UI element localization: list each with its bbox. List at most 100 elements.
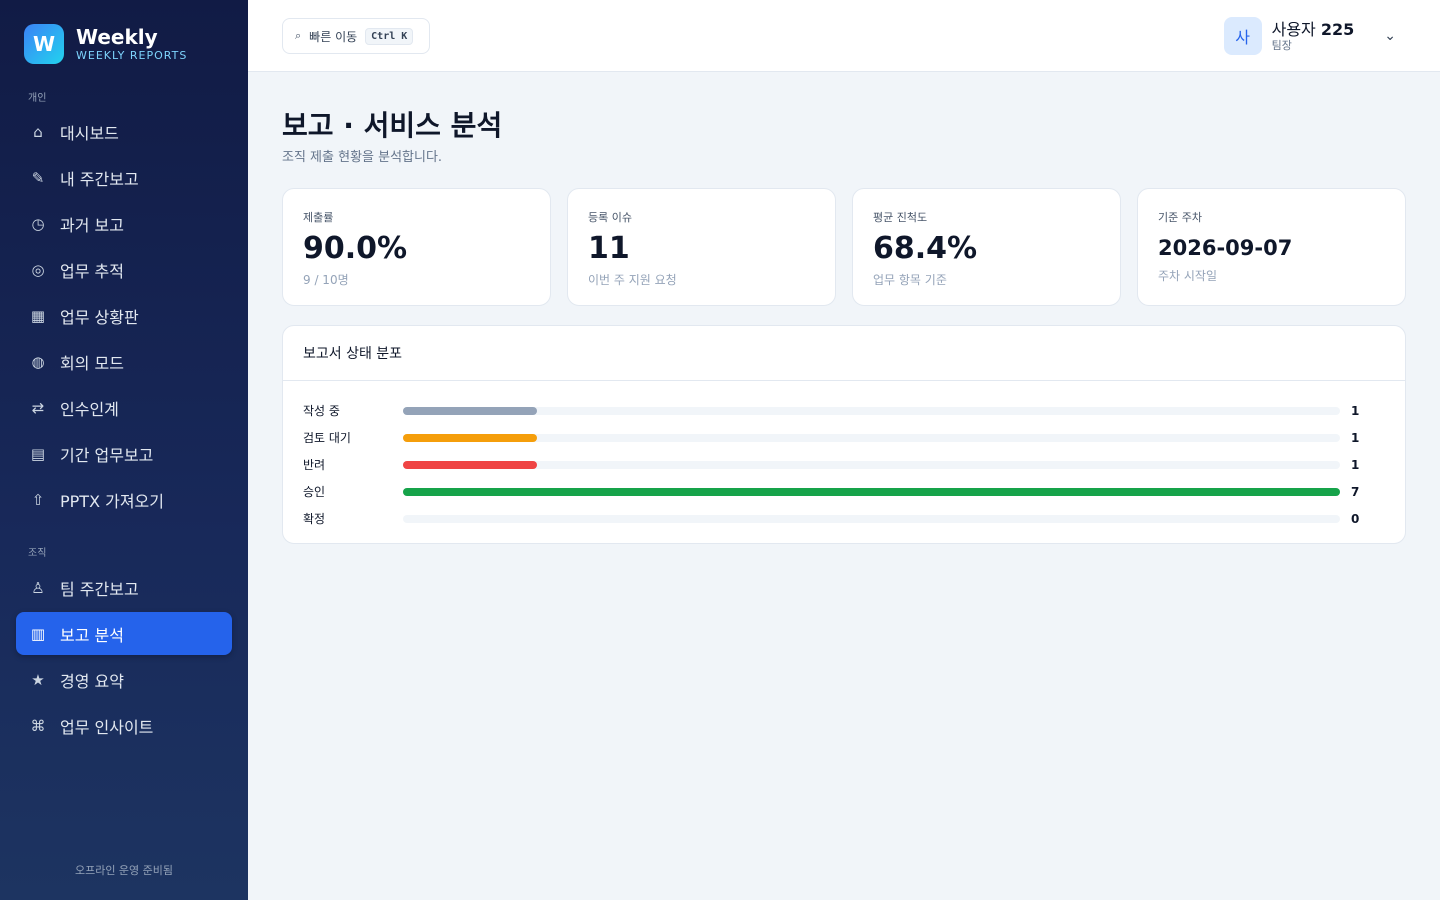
swap-icon: ⇄ [31, 398, 45, 417]
sidebar-item-label: 기간 업무보고 [60, 445, 154, 465]
shortcut-badge: Ctrl K [365, 27, 414, 45]
status-row: 반려 1 [303, 451, 1385, 478]
status-label: 작성 중 [303, 404, 340, 418]
home-icon: ⌂ [33, 122, 43, 141]
nav-org: ♙ 팀 주간보고 ▥ 보고 분석 ★ 경영 요약 ⌘ 업무 인사이트 [16, 566, 232, 750]
section-label-personal: 개인 [28, 93, 47, 104]
stat-value: 11 [588, 231, 630, 266]
sidebar-item-label: 인수인계 [60, 399, 119, 419]
avatar: 사 [1223, 17, 1262, 55]
stat-note: 9 / 10명 [303, 273, 349, 287]
sidebar-item-grid[interactable]: ▦ 업무 상황판 [16, 294, 232, 337]
status-distribution-panel: 보고서 상태 분포 작성 중 1 검토 대기 1 반려 1 승인 7 확정 0 [282, 325, 1406, 544]
user-name-number: 225 [1320, 20, 1355, 39]
sidebar-item-label: 업무 추적 [60, 261, 124, 281]
section-label-org: 조직 [28, 548, 47, 559]
status-bar-fill [403, 460, 537, 469]
stat-value: 68.4% [873, 231, 978, 266]
sidebar-item-home[interactable]: ⌂ 대시보드 [16, 110, 232, 153]
sidebar-item-label: 회의 모드 [60, 353, 124, 373]
stat-label: 등록 이슈 [588, 211, 632, 224]
status-row: 승인 7 [303, 478, 1385, 505]
sidebar-item-team[interactable]: ♙ 팀 주간보고 [16, 566, 232, 609]
user-name-prefix: 사용자 [1271, 20, 1316, 39]
sidebar-item-chart[interactable]: ▥ 보고 분석 [16, 612, 232, 655]
stat-note: 주차 시작일 [1158, 269, 1218, 283]
sidebar-item-globe[interactable]: ◍ 회의 모드 [16, 340, 232, 383]
sidebar-footer: 오프라인 운영 준비됨 [74, 864, 174, 877]
sidebar-item-label: 보고 분석 [60, 625, 124, 645]
chart-icon: ▥ [30, 624, 46, 643]
user-name: 사용자 225 [1272, 20, 1355, 40]
chevron-down-icon[interactable]: ⌄ [1384, 28, 1396, 44]
nav-personal: ⌂ 대시보드 ✎ 내 주간보고 ◷ 과거 보고 ◎ 업무 추적 ▦ 업무 상황판 ◍ 회의 모드 ⇄ 인수… [16, 110, 232, 524]
sidebar-item-label: PPTX 가져오기 [60, 491, 164, 511]
clock-icon: ◷ [31, 214, 45, 233]
sidebar-item-command[interactable]: ⌘ 업무 인사이트 [16, 704, 232, 747]
search-icon: ⌕ [295, 29, 302, 42]
star-icon: ★ [31, 670, 45, 689]
status-count: 7 [1351, 484, 1360, 499]
status-bar-fill [403, 487, 1340, 496]
sidebar-item-label: 팀 주간보고 [60, 579, 139, 599]
stat-card: 평균 진척도 68.4% 업무 항목 기준 [852, 188, 1121, 306]
status-count: 1 [1351, 403, 1360, 418]
sidebar-item-list[interactable]: ▤ 기간 업무보고 [16, 432, 232, 475]
team-icon: ♙ [31, 578, 45, 597]
list-icon: ▤ [30, 444, 46, 463]
brand-logo: W [24, 24, 64, 64]
sidebar-item-label: 내 주간보고 [60, 169, 139, 189]
target-icon: ◎ [31, 260, 45, 279]
status-label: 승인 [303, 485, 326, 499]
status-label: 검토 대기 [303, 431, 351, 445]
quick-jump-button[interactable]: ⌕ 빠른 이동 Ctrl K [282, 18, 430, 54]
status-label: 확정 [303, 512, 326, 526]
status-bar-track [403, 433, 1340, 442]
sidebar-item-label: 경영 요약 [60, 671, 124, 691]
status-bar-fill [403, 433, 537, 442]
stat-label: 평균 진척도 [873, 211, 928, 224]
status-bar-track [403, 487, 1340, 496]
sidebar-item-pencil[interactable]: ✎ 내 주간보고 [16, 156, 232, 199]
stat-card: 기준 주차 2026-09-07 주차 시작일 [1137, 188, 1406, 306]
brand[interactable]: W Weekly WEEKLY REPORTS [24, 24, 187, 64]
brand-title: Weekly [76, 25, 158, 49]
status-row: 확정 0 [303, 505, 1385, 532]
sidebar-item-label: 업무 상황판 [60, 307, 139, 327]
upload-icon: ⇧ [31, 490, 45, 509]
stat-value: 90.0% [303, 231, 408, 266]
stat-value: 2026-09-07 [1158, 236, 1293, 260]
page-title: 보고 · 서비스 분석 [282, 109, 503, 142]
status-bar-track [403, 460, 1340, 469]
user-role: 팀장 [1271, 39, 1292, 52]
status-bar-fill [403, 406, 537, 415]
status-count: 0 [1351, 511, 1360, 526]
brand-subtitle: WEEKLY REPORTS [76, 49, 188, 62]
user-menu[interactable]: 사 사용자 225 팀장 ⌄ [1223, 17, 1396, 55]
status-row: 작성 중 1 [303, 397, 1385, 424]
status-bar-track [403, 514, 1340, 523]
sidebar-item-star[interactable]: ★ 경영 요약 [16, 658, 232, 701]
topbar: ⌕ 빠른 이동 Ctrl K 사 사용자 225 팀장 ⌄ [248, 0, 1440, 72]
stat-note: 업무 항목 기준 [873, 273, 947, 287]
sidebar-item-label: 과거 보고 [60, 215, 124, 235]
status-label: 반려 [303, 458, 326, 472]
status-row: 검토 대기 1 [303, 424, 1385, 451]
stat-label: 제출률 [303, 211, 334, 224]
quick-jump-label: 빠른 이동 [309, 29, 358, 44]
sidebar: W Weekly WEEKLY REPORTS 개인 ⌂ 대시보드 ✎ 내 주간보고 ◷… [0, 0, 248, 900]
sidebar-item-clock[interactable]: ◷ 과거 보고 [16, 202, 232, 245]
sidebar-item-label: 대시보드 [60, 123, 119, 143]
stat-cards: 제출률 90.0% 9 / 10명 등록 이슈 11 이번 주 지원 요청 평균 진척도 68… [282, 188, 1406, 306]
status-bar-track [403, 406, 1340, 415]
stat-note: 이번 주 지원 요청 [588, 273, 677, 287]
sidebar-item-swap[interactable]: ⇄ 인수인계 [16, 386, 232, 429]
command-icon: ⌘ [30, 716, 46, 735]
sidebar-item-upload[interactable]: ⇧ PPTX 가져오기 [16, 478, 232, 521]
stat-card: 제출률 90.0% 9 / 10명 [282, 188, 551, 306]
sidebar-item-label: 업무 인사이트 [60, 717, 154, 737]
status-count: 1 [1351, 430, 1360, 445]
page-subtitle: 조직 제출 현황을 분석합니다. [282, 150, 443, 165]
sidebar-item-target[interactable]: ◎ 업무 추적 [16, 248, 232, 291]
pencil-icon: ✎ [31, 168, 45, 187]
